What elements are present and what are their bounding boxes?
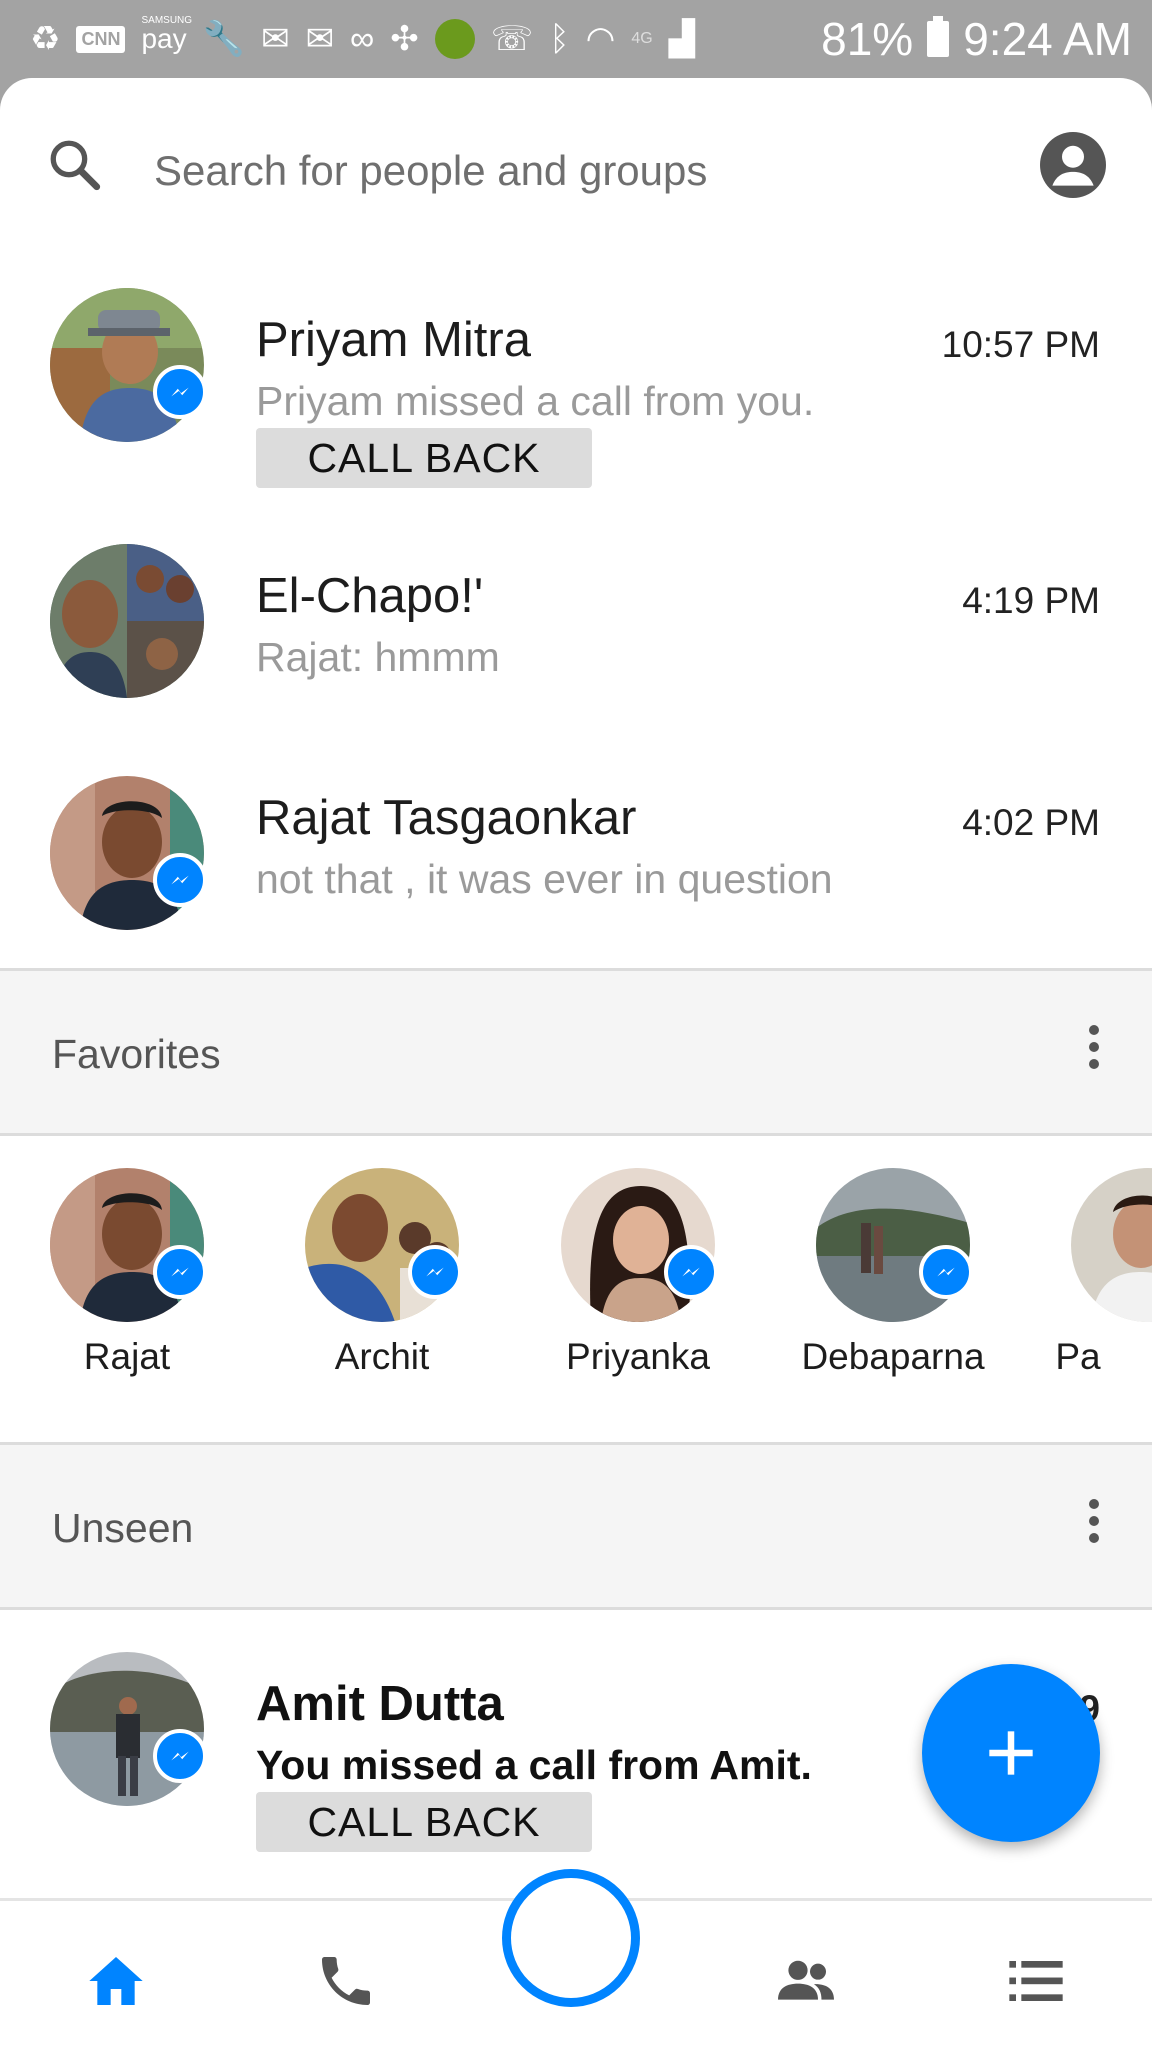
battery-percent: 81% <box>821 13 914 65</box>
conversation-time: 10:57 PM <box>941 324 1100 365</box>
profile-icon[interactable] <box>1040 132 1106 198</box>
list-icon <box>1009 1961 1063 2001</box>
messenger-badge-icon <box>919 1245 973 1299</box>
plus-icon <box>989 1731 1033 1775</box>
bluetooth-icon: ᛒ <box>549 20 570 58</box>
missed-call-icon: ☏ <box>490 20 534 58</box>
messenger-badge-icon <box>153 365 207 419</box>
status-icons: ♻ CNN SAMSUNG pay 🔧 ✉ ✉ ∞ ✣ ☏ ᛒ ◠ 4G ▟ <box>30 15 821 59</box>
favorite-name: Archit <box>334 1336 430 1377</box>
signal-icon: ▟ <box>668 20 695 58</box>
call-back-button[interactable]: CALL BACK <box>256 428 592 488</box>
messenger-badge-icon <box>153 1245 207 1299</box>
phone-icon <box>322 1957 370 2005</box>
conversation-snippet: Rajat: hmmm <box>256 634 500 680</box>
green-dot-icon <box>434 19 475 59</box>
calls-tab[interactable] <box>306 1941 386 2021</box>
samsung-pay-label: pay <box>141 23 187 54</box>
people-tab[interactable] <box>766 1941 846 2021</box>
lte-icon: 4G <box>631 30 653 47</box>
clock: 9:24 AM <box>963 13 1132 65</box>
messenger-badge-icon <box>153 1729 207 1783</box>
conversation-name: Priyam Mitra <box>256 313 531 367</box>
search-icon[interactable] <box>46 136 104 194</box>
favorite-item[interactable]: Priyanka <box>538 1136 738 1378</box>
samsung-pay-brand: SAMSUNG <box>141 15 193 26</box>
pinwheel-icon: ✣ <box>390 20 419 58</box>
more-options-icon[interactable] <box>1088 1499 1100 1550</box>
conversation-time: 4:19 PM <box>962 580 1100 621</box>
conversation-time: 4:02 PM <box>962 802 1100 843</box>
more-options-icon[interactable] <box>1088 1025 1100 1076</box>
favorite-name: Rajat <box>83 1336 171 1377</box>
unseen-header: Unseen <box>0 1442 1152 1610</box>
conversation-snippet: not that , it was ever in question <box>256 856 833 902</box>
status-bar: ♻ CNN SAMSUNG pay 🔧 ✉ ✉ ∞ ✣ ☏ ᛒ ◠ 4G ▟ 81… <box>0 0 1152 78</box>
battery-icon <box>927 16 950 57</box>
conversation-item[interactable]: El-Chapo!' 4:19 PM Rajat: hmmm <box>0 544 1152 704</box>
people-icon <box>778 1960 834 2000</box>
avatar <box>1071 1168 1152 1322</box>
messenger-badge-icon <box>664 1245 718 1299</box>
section-title: Unseen <box>52 1505 194 1551</box>
voicemail-icon: ∞ <box>349 20 375 58</box>
conversation-item[interactable]: Priyam Mitra 10:57 PM Priyam missed a ca… <box>0 288 1152 488</box>
menu-tab[interactable] <box>996 1941 1076 2021</box>
favorite-item[interactable]: Rajat <box>27 1136 227 1378</box>
favorites-list: Rajat Archit Priyanka Debaparna Pa <box>0 1136 1152 1378</box>
favorite-item[interactable]: Pa <box>1048 1136 1152 1378</box>
mail-icon: ✉ <box>305 20 334 58</box>
favorite-name: Debaparna <box>801 1336 985 1377</box>
favorite-item[interactable]: Archit <box>282 1136 482 1378</box>
group-avatar <box>50 544 204 698</box>
wifi-icon: ◠ <box>585 20 616 58</box>
search-input[interactable] <box>152 140 916 202</box>
favorite-item[interactable]: Debaparna <box>793 1136 993 1378</box>
conversation-item[interactable]: Rajat Tasgaonkar 4:02 PM not that , it w… <box>0 776 1152 936</box>
favorite-name: Pa <box>1055 1336 1101 1377</box>
samsung-pay-icon: SAMSUNG pay <box>141 15 192 55</box>
messenger-badge-icon <box>153 853 207 907</box>
cnn-icon: CNN <box>76 25 126 53</box>
messenger-home: Priyam Mitra 10:57 PM Priyam missed a ca… <box>0 78 1152 2048</box>
section-title: Favorites <box>52 1031 221 1077</box>
conversation-name: El-Chapo!' <box>256 569 484 623</box>
call-back-button[interactable]: CALL BACK <box>256 1792 592 1852</box>
wrench-icon: 🔧 <box>202 20 245 58</box>
favorites-header: Favorites <box>0 968 1152 1136</box>
new-message-button[interactable] <box>922 1664 1100 1842</box>
messenger-badge-icon <box>408 1245 462 1299</box>
conversation-snippet: Priyam missed a call from you. <box>256 378 815 424</box>
conversation-name: Amit Dutta <box>256 1677 504 1731</box>
mail-icon: ✉ <box>260 20 290 58</box>
home-tab[interactable] <box>76 1941 156 2021</box>
conversation-snippet: You missed a call from Amit. <box>256 1742 812 1788</box>
favorite-name: Priyanka <box>566 1336 710 1377</box>
home-icon <box>89 1957 143 2005</box>
camera-button[interactable] <box>502 1869 640 2007</box>
search-bar <box>0 78 1152 258</box>
recycle-icon: ♻ <box>30 20 61 58</box>
conversation-name: Rajat Tasgaonkar <box>256 791 637 845</box>
